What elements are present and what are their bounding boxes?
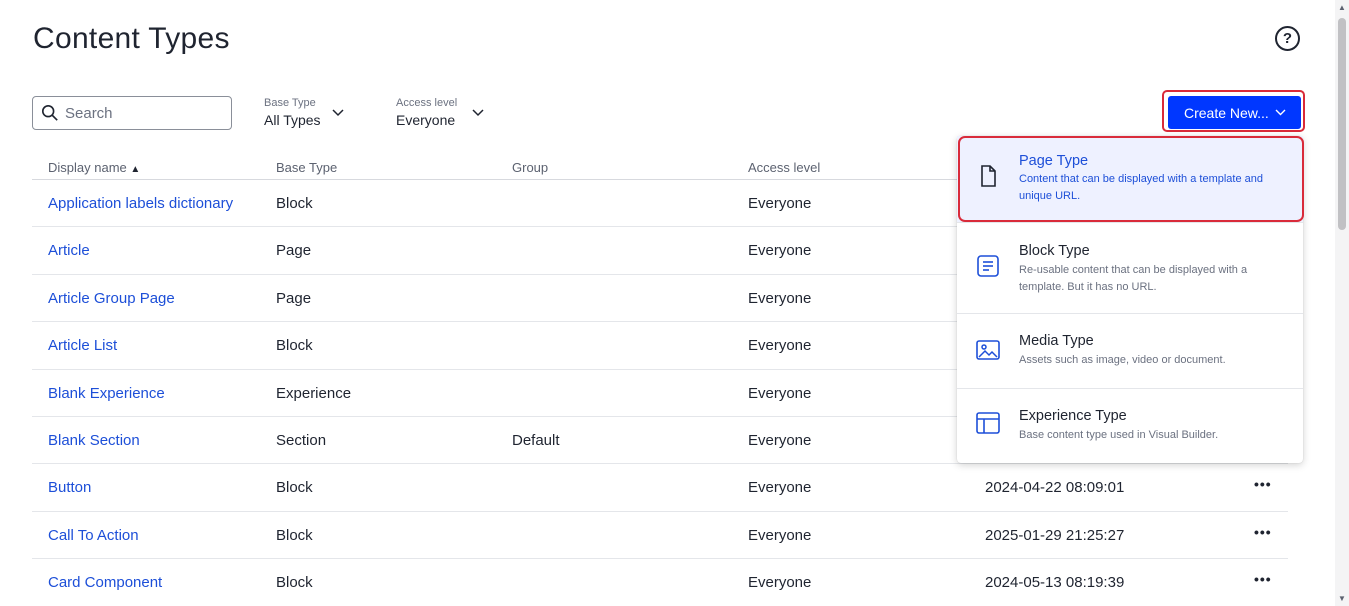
more-actions-icon[interactable]: ••• bbox=[1254, 476, 1272, 492]
search-field[interactable] bbox=[32, 96, 232, 130]
sort-ascending-icon: ▲ bbox=[130, 164, 141, 175]
menu-item-title: Experience Type bbox=[1019, 408, 1127, 424]
column-header-group[interactable]: Group bbox=[512, 160, 548, 175]
scrollbar-thumb[interactable] bbox=[1338, 18, 1346, 230]
column-header-label: Display name bbox=[48, 160, 127, 175]
access-level-cell: Everyone bbox=[748, 337, 812, 355]
table-row: Card Component Block Everyone 2024-05-13 08… bbox=[32, 559, 1288, 606]
access-level-cell: Everyone bbox=[748, 289, 812, 307]
base-type-cell: Block bbox=[276, 337, 313, 355]
access-level-cell: Everyone bbox=[748, 242, 812, 260]
search-input[interactable] bbox=[65, 104, 225, 122]
scroll-up-icon[interactable]: ▲ bbox=[1338, 3, 1346, 12]
base-type-cell: Block bbox=[276, 479, 313, 497]
block-icon bbox=[977, 255, 999, 277]
access-level-filter-value: Everyone bbox=[396, 112, 456, 128]
search-icon bbox=[41, 104, 58, 121]
base-type-cell: Block bbox=[276, 526, 313, 544]
table-row: Button Block Everyone 2024-04-22 08:09:01 ••… bbox=[32, 464, 1288, 512]
access-level-cell: Everyone bbox=[748, 431, 812, 449]
access-level-filter[interactable]: Access level Everyone bbox=[396, 97, 484, 128]
type-name-link[interactable]: Article bbox=[48, 242, 90, 259]
experience-icon bbox=[976, 412, 1000, 434]
base-type-cell: Section bbox=[276, 431, 327, 449]
help-icon[interactable]: ? bbox=[1275, 26, 1300, 51]
more-actions-icon[interactable]: ••• bbox=[1254, 524, 1272, 540]
menu-item-block-type[interactable]: Block Type Re-usable content that can be… bbox=[957, 223, 1303, 313]
menu-item-description: Re-usable content that can be displayed … bbox=[1019, 264, 1248, 293]
type-name-link[interactable]: Card Component bbox=[48, 574, 162, 591]
table-row: Call To Action Block Everyone 2025-01-29 21… bbox=[32, 512, 1288, 560]
vertical-scrollbar[interactable]: ▲ ▼ bbox=[1335, 0, 1349, 606]
more-actions-icon[interactable]: ••• bbox=[1254, 571, 1272, 587]
scroll-down-icon[interactable]: ▼ bbox=[1338, 594, 1346, 603]
base-type-cell: Experience bbox=[276, 384, 352, 402]
page-type-highlight bbox=[958, 136, 1304, 222]
menu-item-description: Assets such as image, video or document. bbox=[1019, 354, 1226, 366]
chevron-down-icon bbox=[332, 109, 344, 117]
menu-item-description: Base content type used in Visual Builder… bbox=[1019, 429, 1219, 441]
menu-item-title: Block Type bbox=[1019, 243, 1090, 259]
type-name-link[interactable]: Blank Experience bbox=[48, 385, 165, 402]
chevron-down-icon bbox=[472, 109, 484, 117]
type-name-link[interactable]: Call To Action bbox=[48, 527, 139, 544]
column-header-access-level[interactable]: Access level bbox=[748, 160, 820, 175]
type-name-link[interactable]: Button bbox=[48, 479, 91, 496]
access-level-cell: Everyone bbox=[748, 195, 812, 212]
menu-item-experience-type[interactable]: Experience Type Base content type used i… bbox=[957, 389, 1303, 463]
type-name-link[interactable]: Article Group Page bbox=[48, 290, 175, 307]
create-new-label: Create New... bbox=[1184, 104, 1269, 121]
page-title: Content Types bbox=[33, 22, 230, 55]
base-type-filter-label: Base Type bbox=[264, 97, 316, 109]
type-name-link[interactable]: Article List bbox=[48, 337, 117, 354]
modified-cell: 2024-04-22 08:09:01 bbox=[985, 479, 1125, 497]
create-new-button[interactable]: Create New... bbox=[1168, 96, 1301, 129]
base-type-cell: Page bbox=[276, 242, 312, 260]
media-icon bbox=[976, 340, 1000, 360]
base-type-cell: Block bbox=[276, 195, 313, 212]
menu-item-title: Media Type bbox=[1019, 333, 1094, 349]
modified-cell: 2025-01-29 21:25:27 bbox=[985, 526, 1125, 544]
column-header-display-name[interactable]: Display name ▲ bbox=[48, 160, 140, 175]
access-level-cell: Everyone bbox=[748, 526, 812, 544]
column-header-base-type[interactable]: Base Type bbox=[276, 160, 337, 175]
access-level-cell: Everyone bbox=[748, 479, 812, 497]
base-type-filter-value: All Types bbox=[264, 112, 321, 128]
access-level-filter-label: Access level bbox=[396, 97, 458, 109]
base-type-filter[interactable]: Base Type All Types bbox=[264, 97, 344, 128]
menu-item-media-type[interactable]: Media Type Assets such as image, video o… bbox=[957, 314, 1303, 388]
chevron-down-icon bbox=[1275, 109, 1286, 116]
access-level-cell: Everyone bbox=[748, 384, 812, 402]
type-name-link[interactable]: Blank Section bbox=[48, 432, 140, 449]
access-level-cell: Everyone bbox=[748, 574, 812, 592]
type-name-link[interactable]: Application labels dictionary bbox=[48, 195, 233, 212]
base-type-cell: Page bbox=[276, 289, 312, 307]
base-type-cell: Block bbox=[276, 574, 313, 592]
modified-cell: 2024-05-13 08:19:39 bbox=[985, 574, 1125, 592]
group-cell: Default bbox=[512, 431, 560, 449]
